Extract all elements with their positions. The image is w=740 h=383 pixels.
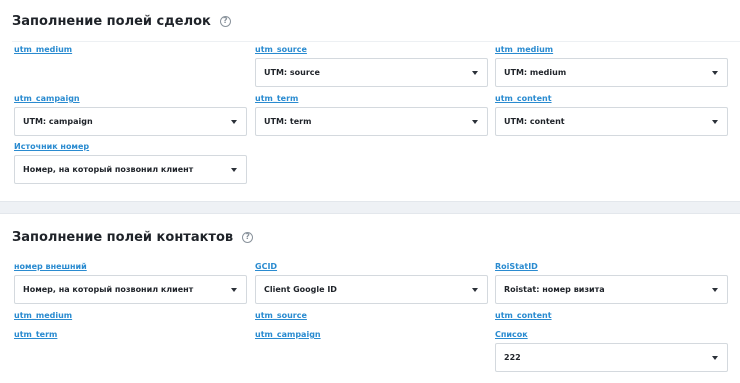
deal-field-source-number: Источник номер Номер, на который позвони… xyxy=(14,142,247,184)
utm-content-select[interactable]: UTM: content xyxy=(495,107,728,136)
deal-field-utm-medium-1: utm_medium xyxy=(14,45,247,55)
field-label[interactable]: utm_source xyxy=(255,311,488,321)
field-label[interactable]: Источник номер xyxy=(14,142,247,152)
external-number-select[interactable]: Номер, на который позвонил клиент xyxy=(14,275,247,304)
help-icon[interactable] xyxy=(219,16,231,27)
field-label[interactable]: Список xyxy=(495,330,728,340)
select-value: UTM: campaign xyxy=(23,117,93,126)
select-value: UTM: term xyxy=(264,117,312,126)
field-label[interactable]: номер внешний xyxy=(14,262,247,272)
contact-field-utm-term: utm_term xyxy=(14,330,247,340)
chevron-down-icon xyxy=(472,119,478,124)
contact-field-utm-medium: utm_medium xyxy=(14,311,247,321)
deal-section-title: Заполнение полей сделок xyxy=(12,14,231,29)
chevron-down-icon xyxy=(231,119,237,124)
field-label[interactable]: utm_medium xyxy=(495,45,728,55)
utm-medium-select[interactable]: UTM: medium xyxy=(495,58,728,87)
contact-fields-section: Заполнение полей контактов номер внешний… xyxy=(0,214,740,383)
chevron-down-icon xyxy=(712,287,718,292)
chevron-down-icon xyxy=(231,167,237,172)
field-label[interactable]: RoiStatID xyxy=(495,262,728,272)
contact-field-external-number: номер внешний Номер, на который позвонил… xyxy=(14,262,247,304)
select-value: 222 xyxy=(504,353,521,362)
chevron-down-icon xyxy=(712,119,718,124)
gcid-select[interactable]: Client Google ID xyxy=(255,275,488,304)
source-number-select[interactable]: Номер, на который позвонил клиент xyxy=(14,155,247,184)
contact-section-title: Заполнение полей контактов xyxy=(12,230,254,245)
contact-field-utm-campaign: utm_campaign xyxy=(255,330,488,340)
chevron-down-icon xyxy=(472,287,478,292)
field-label[interactable]: utm_medium xyxy=(14,45,247,55)
section-divider-line xyxy=(12,41,740,42)
contact-field-list: Список 222 xyxy=(495,330,728,372)
field-label[interactable]: utm_medium xyxy=(14,311,247,321)
field-label[interactable]: utm_term xyxy=(255,94,488,104)
select-value: Roistat: номер визита xyxy=(504,285,605,294)
field-label[interactable]: GCID xyxy=(255,262,488,272)
deal-fields-section: Заполнение полей сделок utm_medium utm_s… xyxy=(0,0,740,201)
select-value: UTM: source xyxy=(264,68,320,77)
select-value: Номер, на который позвонил клиент xyxy=(23,285,194,294)
field-label[interactable]: utm_source xyxy=(255,45,488,55)
field-label[interactable]: utm_content xyxy=(495,94,728,104)
contact-field-utm-source: utm_source xyxy=(255,311,488,321)
deal-field-utm-medium-2: utm_medium UTM: medium xyxy=(495,45,728,87)
field-label[interactable]: utm_content xyxy=(495,311,728,321)
contact-field-utm-content: utm_content xyxy=(495,311,728,321)
chevron-down-icon xyxy=(472,70,478,75)
chevron-down-icon xyxy=(231,287,237,292)
utm-campaign-select[interactable]: UTM: campaign xyxy=(14,107,247,136)
chevron-down-icon xyxy=(712,355,718,360)
deal-field-utm-term: utm_term UTM: term xyxy=(255,94,488,136)
help-icon[interactable] xyxy=(242,232,254,243)
field-label[interactable]: utm_campaign xyxy=(14,94,247,104)
select-value: UTM: medium xyxy=(504,68,567,77)
select-value: UTM: content xyxy=(504,117,565,126)
deal-field-utm-content: utm_content UTM: content xyxy=(495,94,728,136)
utm-term-select[interactable]: UTM: term xyxy=(255,107,488,136)
chevron-down-icon xyxy=(712,70,718,75)
list-select[interactable]: 222 xyxy=(495,343,728,372)
field-label[interactable]: utm_campaign xyxy=(255,330,488,340)
roistat-id-select[interactable]: Roistat: номер визита xyxy=(495,275,728,304)
contact-field-roistat-id: RoiStatID Roistat: номер визита xyxy=(495,262,728,304)
deal-field-utm-campaign: utm_campaign UTM: campaign xyxy=(14,94,247,136)
select-value: Client Google ID xyxy=(264,285,337,294)
utm-source-select[interactable]: UTM: source xyxy=(255,58,488,87)
contact-field-gcid: GCID Client Google ID xyxy=(255,262,488,304)
deal-field-utm-source: utm_source UTM: source xyxy=(255,45,488,87)
section-separator xyxy=(0,201,740,214)
field-label[interactable]: utm_term xyxy=(14,330,247,340)
select-value: Номер, на который позвонил клиент xyxy=(23,165,194,174)
